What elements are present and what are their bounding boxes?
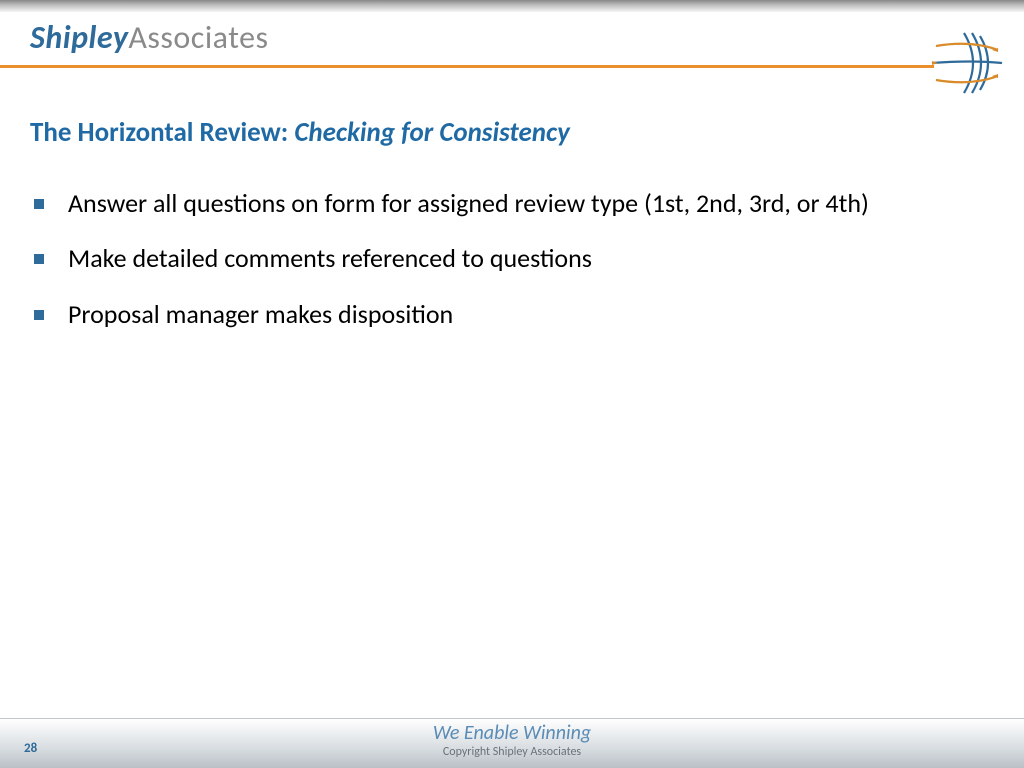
header-gradient-bar bbox=[0, 0, 1024, 12]
list-item: Proposal manager makes disposition bbox=[34, 298, 914, 331]
slide-title: The Horizontal Review: Checking for Cons… bbox=[30, 116, 1024, 149]
footer-tagline: We Enable Winning bbox=[433, 723, 591, 744]
list-item: Make detailed comments referenced to que… bbox=[34, 242, 914, 275]
footer-center: We Enable Winning Copyright Shipley Asso… bbox=[433, 723, 591, 759]
bullet-list: Answer all questions on form for assigne… bbox=[34, 187, 1024, 331]
orange-divider bbox=[0, 65, 934, 68]
title-emphasis: Checking for Consistency bbox=[294, 116, 570, 149]
page-number: 28 bbox=[24, 741, 37, 756]
list-item: Answer all questions on form for assigne… bbox=[34, 187, 914, 220]
title-prefix: The Horizontal Review: bbox=[30, 116, 294, 149]
footer-copyright: Copyright Shipley Associates bbox=[433, 745, 591, 759]
brand-logo: ShipleyAssociates bbox=[0, 12, 1024, 59]
globe-icon bbox=[926, 28, 1004, 98]
brand-secondary: Associates bbox=[128, 18, 268, 57]
footer-bar: 28 We Enable Winning Copyright Shipley A… bbox=[0, 718, 1024, 768]
brand-primary: Shipley bbox=[30, 18, 128, 57]
